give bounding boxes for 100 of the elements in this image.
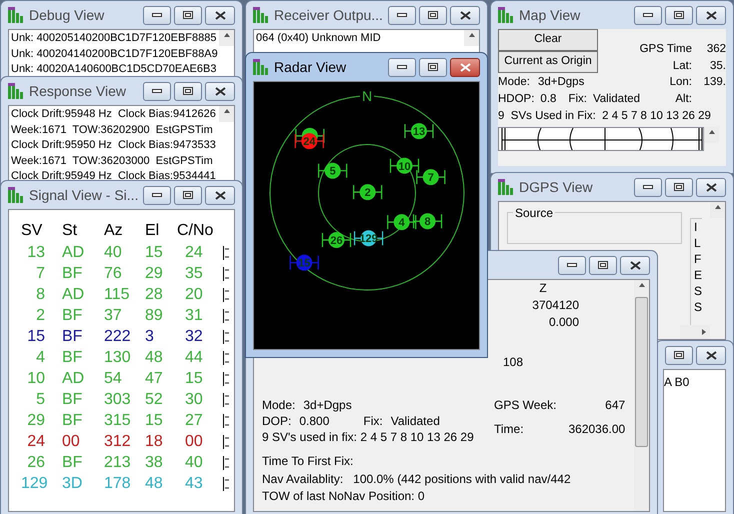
scrollbar[interactable]: [219, 30, 234, 46]
maximize-button[interactable]: [665, 346, 693, 364]
scroll-up-icon: [224, 109, 230, 113]
horizontal-scrollbar[interactable]: [680, 325, 710, 339]
maximize-icon: [674, 351, 684, 359]
table-cell-text: BF: [61, 326, 84, 346]
satellite-marker: [353, 184, 382, 200]
table-cell-text: AD: [61, 284, 86, 304]
maximize-button[interactable]: [419, 6, 447, 24]
maximize-button[interactable]: [174, 6, 202, 24]
satellite-number: 24: [303, 136, 316, 148]
maximize-button[interactable]: [665, 178, 693, 196]
satellite-number: 26: [330, 235, 343, 247]
table-cell-text: BF: [61, 410, 84, 430]
maximize-button[interactable]: [174, 82, 202, 100]
table-cell-text: 5: [35, 390, 45, 410]
minimize-button[interactable]: [388, 6, 416, 24]
table-cell-text: 20: [185, 284, 204, 304]
scroll-thumb[interactable]: [635, 297, 648, 447]
tow-text: TOW of last NoNav Position: 0: [262, 488, 426, 505]
minimize-button[interactable]: [388, 58, 416, 76]
table-cell-text: 15: [145, 242, 164, 262]
close-button[interactable]: [450, 58, 480, 76]
maximize-icon: [183, 11, 193, 19]
table-cell-text: 7: [35, 264, 45, 284]
table-cell-text: 24: [185, 242, 204, 262]
minimize-button[interactable]: [143, 6, 171, 24]
minimize-button[interactable]: [634, 6, 662, 24]
satellite-marker: [290, 254, 319, 271]
readout-label: GPS Time: [640, 42, 692, 57]
table-cell-text: BF: [61, 348, 84, 368]
map-button[interactable]: Current as Origin: [498, 51, 598, 73]
minimize-button[interactable]: [558, 256, 586, 274]
table-cell-text: 40: [185, 452, 204, 472]
scrollbar[interactable]: [634, 280, 649, 511]
minimize-button[interactable]: [143, 82, 171, 100]
close-button[interactable]: [696, 6, 726, 24]
close-button[interactable]: [205, 82, 235, 100]
table-cell-text: BF: [61, 306, 84, 326]
satellite-number: 8: [424, 216, 431, 228]
info-text: S: [694, 283, 702, 299]
table-cell-text: 18: [145, 432, 164, 452]
table-cell-text: 15: [185, 368, 204, 388]
map-button[interactable]: Clear: [498, 29, 598, 51]
scrollbar[interactable]: [704, 127, 719, 143]
table-cell-text: BF: [61, 390, 84, 410]
close-button[interactable]: [205, 186, 236, 204]
table-cell-text: 43: [185, 474, 204, 494]
close-button[interactable]: [205, 6, 235, 24]
table-cell-text: 213: [104, 452, 132, 472]
close-button[interactable]: [696, 178, 726, 196]
maximize-button[interactable]: [589, 256, 617, 274]
app-icon: [8, 83, 24, 99]
window-title: Map View: [519, 6, 580, 25]
field-value: 3704120: [532, 297, 579, 314]
field-value: Validated: [390, 413, 440, 429]
table-cell-text: 115: [104, 284, 131, 304]
satellite-number: 7: [428, 172, 434, 184]
readout-label: Lat:: [672, 58, 692, 74]
table-cell-text: 76: [104, 264, 123, 284]
maximize-button[interactable]: [665, 6, 693, 24]
table-cell-text: 8: [35, 284, 45, 304]
scale-mark-icon: [223, 392, 230, 406]
table-cell-text: 26: [26, 452, 45, 472]
column-header: Az: [104, 221, 124, 241]
scale-mark-icon: [223, 414, 230, 428]
app-icon: [8, 187, 24, 203]
app-icon: [8, 7, 24, 23]
table-cell-text: 312: [104, 432, 132, 452]
maximize-button[interactable]: [174, 186, 202, 204]
column-header: Z: [539, 280, 547, 297]
close-button[interactable]: [450, 6, 480, 24]
minimize-icon: [152, 89, 162, 93]
maximize-icon: [674, 11, 684, 19]
scrollbar[interactable]: [219, 106, 234, 122]
svs-used-text: 9 SVs Used in Fix: 2 4 5 7 8 10 13 26 29: [498, 109, 712, 124]
table-cell-text: 89: [145, 306, 164, 326]
scale-mark-icon: [223, 330, 230, 344]
window-title: Radar View: [274, 58, 346, 76]
app-icon: [498, 179, 514, 195]
satellite-marker: [318, 162, 348, 179]
maximize-button[interactable]: [419, 58, 447, 76]
maximize-icon: [183, 191, 194, 199]
data-text: A B0: [664, 375, 690, 389]
field-label: Fix:: [568, 92, 587, 107]
info-text: I: [694, 219, 698, 235]
table-cell-text: 37: [104, 306, 123, 326]
close-button[interactable]: [696, 346, 726, 364]
app-icon: [253, 59, 269, 75]
minimize-button[interactable]: [143, 186, 172, 204]
scrollbar[interactable]: [710, 202, 725, 218]
scrollbar[interactable]: [464, 30, 479, 46]
close-button[interactable]: [620, 256, 650, 274]
field-label: Time:: [494, 421, 525, 438]
minimize-icon: [643, 185, 653, 189]
scale-mark-icon: [223, 434, 230, 448]
minimize-button[interactable]: [634, 178, 662, 196]
field-label: Mode:: [262, 397, 296, 413]
table-cell-text: 40: [104, 242, 123, 262]
maximize-icon: [428, 11, 438, 19]
